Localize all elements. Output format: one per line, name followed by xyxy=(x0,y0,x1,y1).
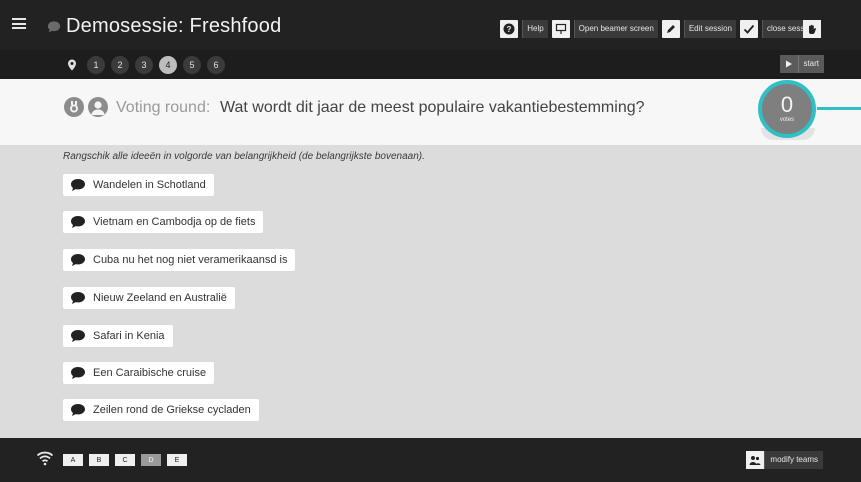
presentation-icon[interactable] xyxy=(551,20,570,38)
chat-bubble-icon xyxy=(63,249,93,271)
user-avatar-icon xyxy=(88,97,108,117)
idea-item[interactable]: Een Caraibische cruise xyxy=(63,362,215,384)
chat-bubble-icon xyxy=(63,287,93,309)
idea-text: Zeilen rond de Griekse cycladen xyxy=(93,404,251,416)
chat-bubble-icon xyxy=(47,21,61,33)
svg-text:?: ? xyxy=(507,25,512,34)
start-button[interactable]: start xyxy=(780,55,824,73)
step-navigation: 1 2 3 4 5 6 xyxy=(63,56,225,74)
idea-text: Vietnam en Cambodja op de fiets xyxy=(93,216,256,228)
location-pin-icon[interactable] xyxy=(63,56,81,74)
modify-teams-label: modify teams xyxy=(764,451,823,469)
team-a[interactable]: A xyxy=(63,454,83,466)
idea-item[interactable]: Vietnam en Cambodja op de fiets xyxy=(63,211,264,233)
play-icon xyxy=(780,55,798,73)
idea-item[interactable]: Wandelen in Schotland xyxy=(63,174,214,196)
round-header: Voting round: Wat wordt dit jaar de mees… xyxy=(0,79,861,145)
chat-bubble-icon xyxy=(63,325,93,347)
step-4[interactable]: 4 xyxy=(159,56,177,74)
idea-text: Cuba nu het nog niet veramerikaansd is xyxy=(93,254,288,266)
idea-item[interactable]: Safari in Kenia xyxy=(63,325,173,347)
team-selector: A B C D E xyxy=(63,454,187,466)
ranking-instruction: Rangschik alle ideeën in volgorde van be… xyxy=(63,151,425,162)
group-icon xyxy=(746,451,765,469)
votes-label: votes xyxy=(779,117,795,123)
team-e[interactable]: E xyxy=(167,454,187,466)
round-question: Wat wordt dit jaar de meest populaire va… xyxy=(220,99,645,116)
checkmark-icon[interactable] xyxy=(739,20,758,38)
idea-item[interactable]: Cuba nu het nog niet veramerikaansd is xyxy=(63,249,296,271)
votes-counter: 0 votes xyxy=(758,80,816,138)
hand-icon[interactable] xyxy=(803,20,821,38)
team-c[interactable]: C xyxy=(115,454,135,466)
step-2[interactable]: 2 xyxy=(111,56,129,74)
team-b[interactable]: B xyxy=(89,454,109,466)
idea-text: Safari in Kenia xyxy=(93,330,165,342)
medal-icon xyxy=(64,97,84,117)
step-6[interactable]: 6 xyxy=(207,56,225,74)
top-bar: Demosessie: Freshfood ? Help Open beamer… xyxy=(0,0,861,50)
votes-connector xyxy=(817,107,861,110)
session-title: Demosessie: Freshfood xyxy=(66,15,282,37)
idea-text: Wandelen in Schotland xyxy=(93,179,206,191)
header-actions: ? Help Open beamer screen Edit session c… xyxy=(500,20,819,38)
help-button[interactable]: Help xyxy=(522,20,548,38)
pencil-icon[interactable] xyxy=(661,20,680,38)
open-beamer-button[interactable]: Open beamer screen xyxy=(573,20,658,38)
chat-bubble-icon xyxy=(63,399,93,421)
menu-icon[interactable] xyxy=(12,18,26,29)
step-3[interactable]: 3 xyxy=(135,56,153,74)
idea-item[interactable]: Zeilen rond de Griekse cycladen xyxy=(63,399,259,421)
step-1[interactable]: 1 xyxy=(87,56,105,74)
team-d[interactable]: D xyxy=(141,454,161,466)
chat-bubble-icon xyxy=(63,174,93,196)
chat-bubble-icon xyxy=(63,362,93,384)
step-5[interactable]: 5 xyxy=(183,56,201,74)
footer-bar: A B C D E modify teams xyxy=(0,438,861,482)
edit-session-button[interactable]: Edit session xyxy=(683,20,736,38)
step-bar: 1 2 3 4 5 6 start xyxy=(0,50,861,79)
start-label: start xyxy=(798,55,824,73)
idea-item[interactable]: Nieuw Zeeland en Australië xyxy=(63,287,235,309)
round-type-label: Voting round: xyxy=(116,99,211,116)
idea-text: Nieuw Zeeland en Australië xyxy=(93,292,227,304)
modify-teams-button[interactable]: modify teams xyxy=(746,451,823,469)
idea-text: Een Caraibische cruise xyxy=(93,367,207,379)
votes-count: 0 xyxy=(780,92,794,117)
help-icon[interactable]: ? xyxy=(500,20,519,38)
wifi-icon[interactable] xyxy=(36,449,54,467)
chat-bubble-icon xyxy=(63,211,93,233)
